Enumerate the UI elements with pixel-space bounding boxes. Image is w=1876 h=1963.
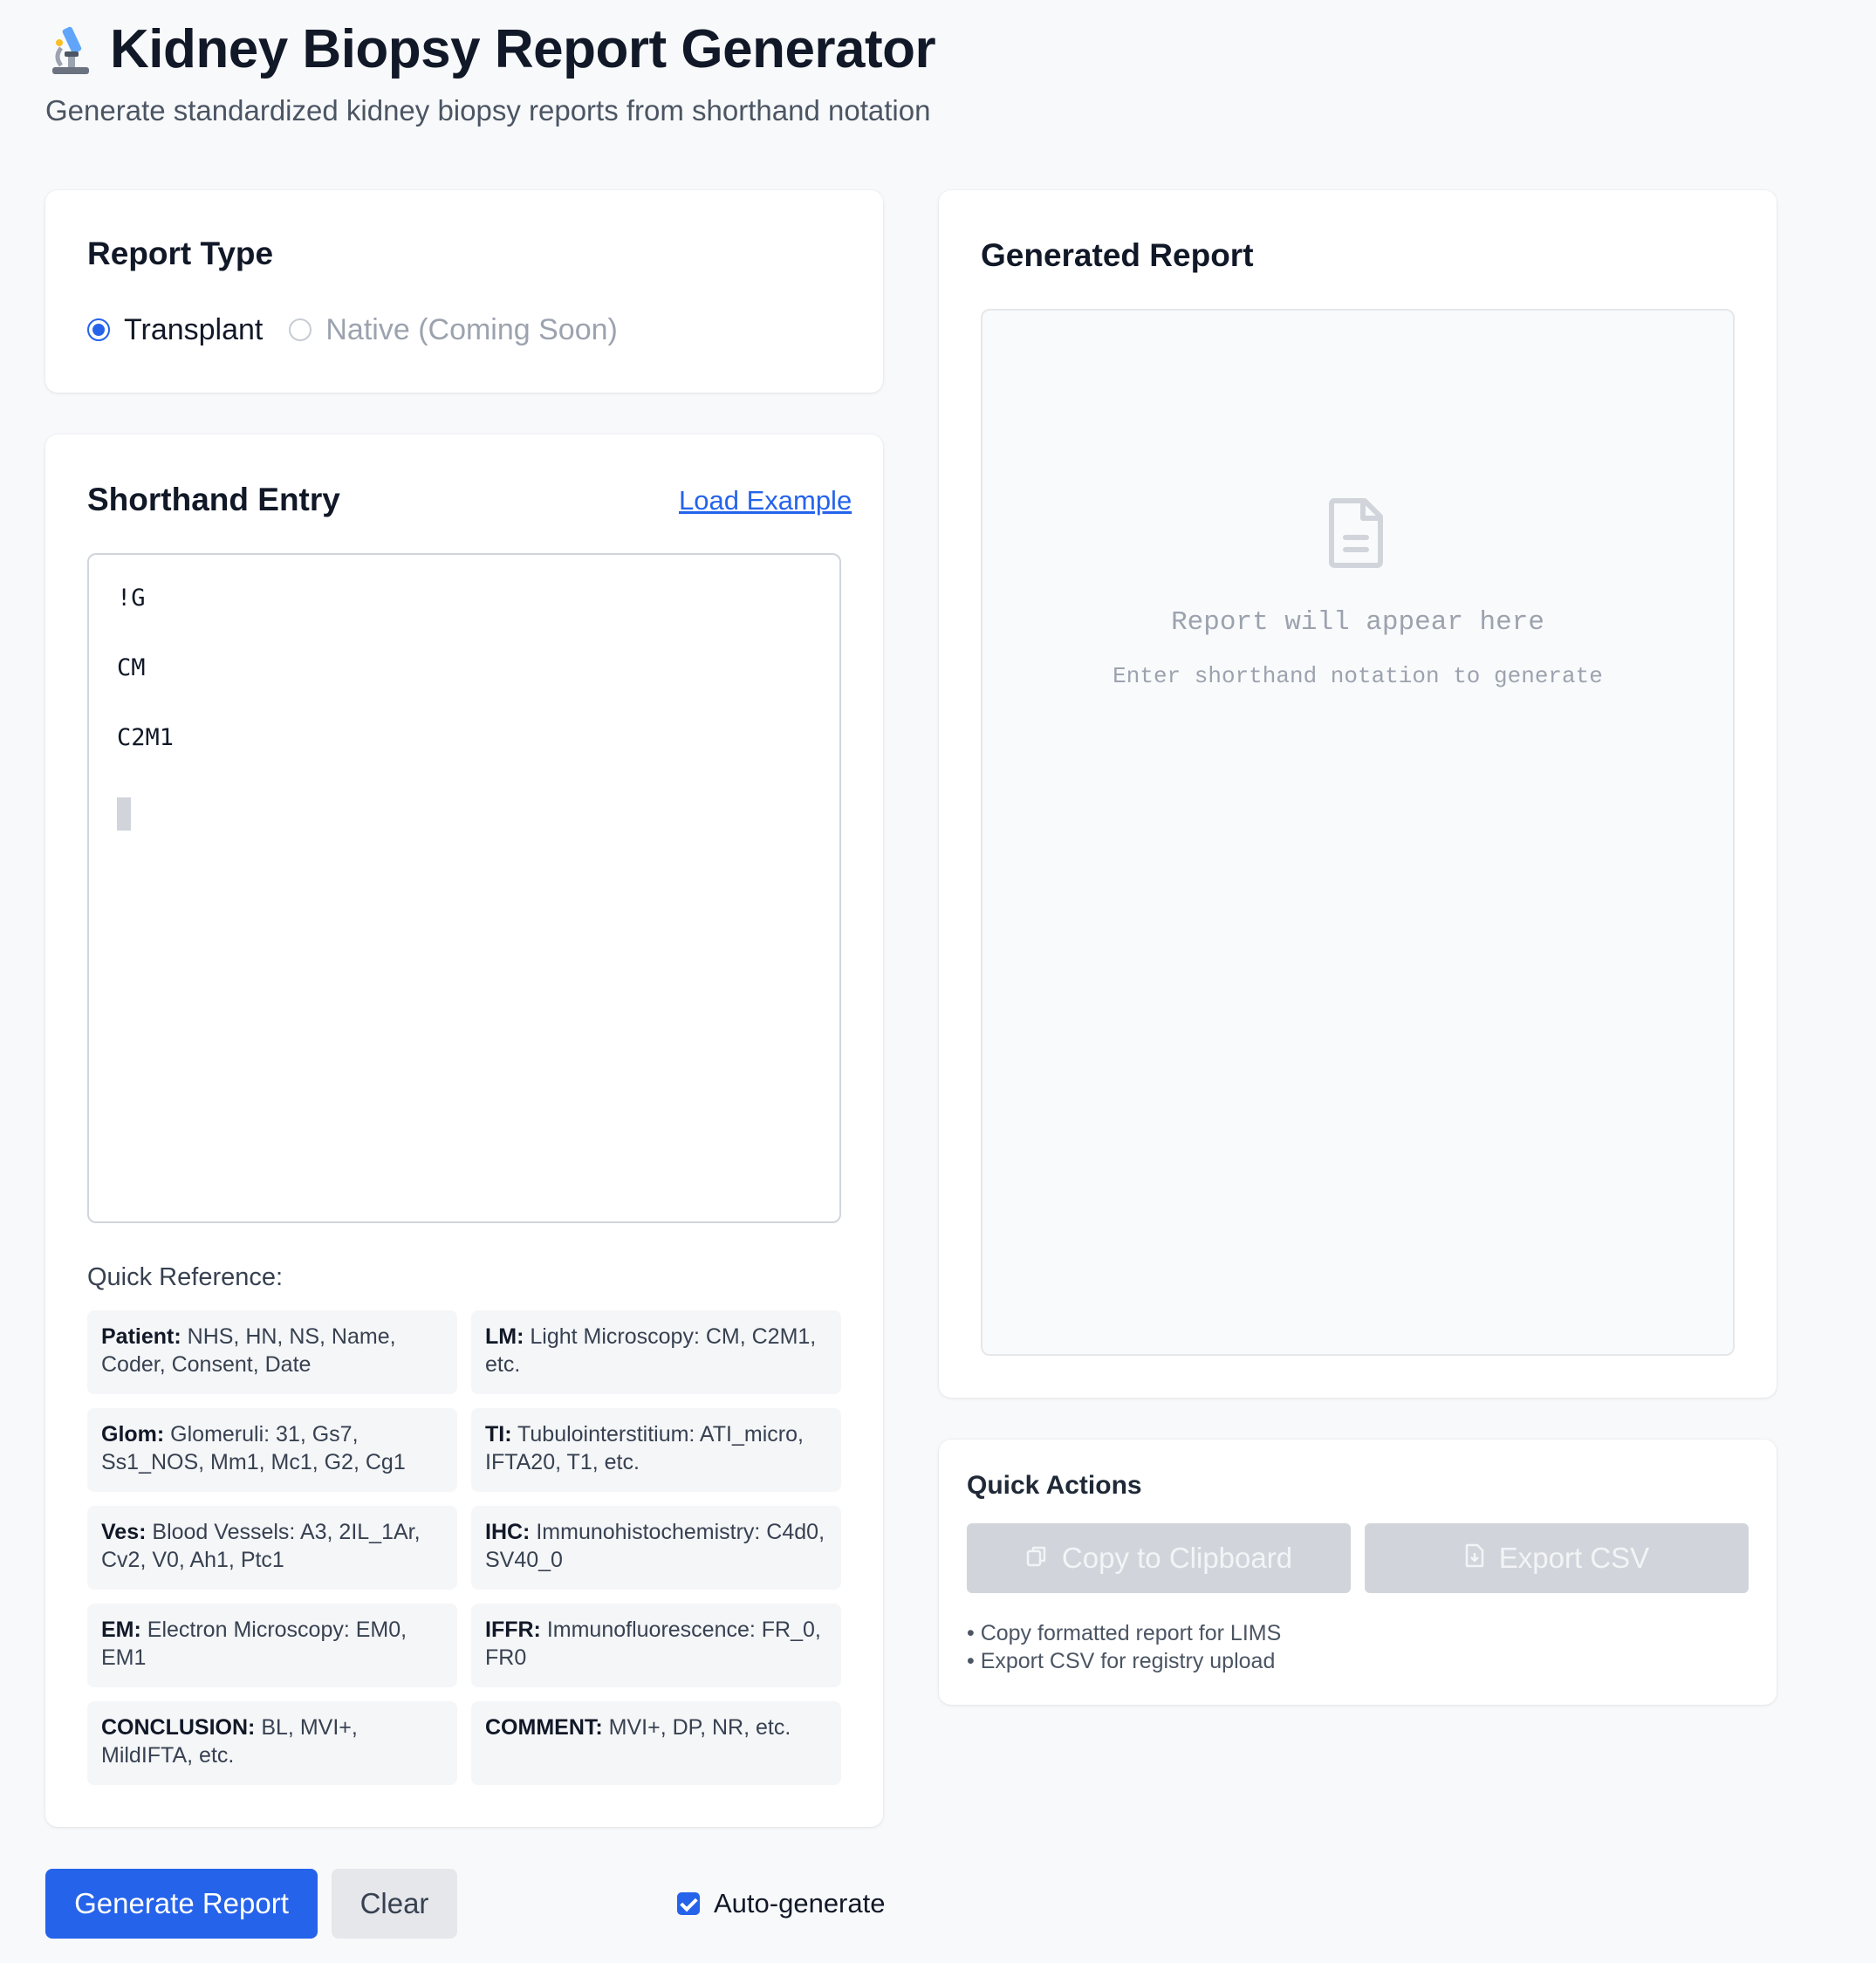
report-empty-hint: Enter shorthand notation to generate [1113,663,1603,689]
report-type-title: Report Type [87,236,274,271]
quick-actions-notes: • Copy formatted report for LIMS • Expor… [967,1619,1281,1675]
quick-reference-text: MVI+, DP, NR, etc. [608,1715,791,1740]
copy-icon [1025,1542,1062,1575]
generate-report-button[interactable]: Generate Report [45,1869,318,1939]
quick-reference-key: IFFR: [485,1618,541,1642]
shorthand-line: !G [117,585,146,612]
auto-generate-toggle[interactable]: Auto-generate [677,1884,885,1923]
quick-reference-key: EM: [101,1618,141,1642]
report-empty-title: Report will appear here [1171,607,1544,638]
quick-actions-title: Quick Actions [967,1471,1142,1500]
shorthand-line: CM [117,654,146,681]
auto-generate-checkbox[interactable] [677,1892,700,1915]
quick-reference-item: IFFR: Immunofluorescence: FR_0, FR0 [471,1604,841,1687]
quick-reference-label: Quick Reference: [87,1263,284,1291]
quick-reference-item: Glom: Glomeruli: 31, Gs7, Ss1_NOS, Mm1, … [87,1408,457,1492]
quick-reference-item: Ves: Blood Vessels: A3, 2IL_1Ar, Cv2, V0… [87,1506,457,1590]
quick-reference-text: Tubulointerstitium: ATI_micro, IFTA20, T… [485,1422,804,1474]
clear-button[interactable]: Clear [332,1869,457,1939]
quick-actions-note: • Export CSV for registry upload [967,1649,1276,1673]
quick-reference-key: CONCLUSION: [101,1715,256,1740]
radio-native-label: Native (Coming Soon) [325,312,618,346]
document-icon [1326,497,1386,569]
export-csv-button[interactable]: Export CSV [1365,1523,1749,1593]
quick-reference-text: Blood Vessels: A3, 2IL_1Ar, Cv2, V0, Ah1… [101,1520,421,1572]
quick-reference-text: Light Microscopy: CM, C2M1, etc. [485,1324,817,1377]
microscope-icon [45,22,96,76]
quick-reference-item: LM: Light Microscopy: CM, C2M1, etc. [471,1310,841,1394]
page-title: Kidney Biopsy Report Generator [110,18,936,79]
shorthand-textarea[interactable]: !G CM C2M1 [87,553,841,1223]
report-output-area [981,309,1735,1356]
quick-reference-key: COMMENT: [485,1715,603,1740]
file-export-icon [1464,1542,1499,1575]
quick-reference-text: Electron Microscopy: EM0, EM1 [101,1618,407,1670]
page-header: Kidney Biopsy Report Generator [45,16,936,82]
quick-reference-item: COMMENT: MVI+, DP, NR, etc. [471,1701,841,1785]
generated-report-title: Generated Report [981,237,1254,273]
report-type-card [45,190,883,393]
copy-to-clipboard-label: Copy to Clipboard [1061,1542,1293,1574]
quick-reference-key: Ves: [101,1520,147,1544]
text-cursor [117,797,131,831]
quick-reference-key: LM: [485,1324,524,1349]
quick-reference-key: IHC: [485,1520,531,1544]
quick-reference-text: Immunohistochemistry: C4d0, SV40_0 [485,1520,825,1572]
page-subtitle: Generate standardized kidney biopsy repo… [45,94,931,127]
quick-reference-item: Patient: NHS, HN, NS, Name, Coder, Conse… [87,1310,457,1394]
load-example-link[interactable]: Load Example [679,485,852,516]
quick-reference-key: TI: [485,1422,512,1447]
export-csv-label: Export CSV [1498,1542,1650,1574]
radio-transplant-label[interactable]: Transplant [124,313,263,347]
copy-to-clipboard-button[interactable]: Copy to Clipboard [967,1523,1351,1593]
quick-reference-key: Glom: [101,1422,165,1447]
quick-reference-item: TI: Tubulointerstitium: ATI_micro, IFTA2… [471,1408,841,1492]
shorthand-entry-title: Shorthand Entry [87,482,340,517]
report-type-options: Transplant Native (Coming Soon) [87,311,644,349]
title-row: Kidney Biopsy Report Generator [45,16,936,82]
quick-reference-item: EM: Electron Microscopy: EM0, EM1 [87,1604,457,1687]
auto-generate-label[interactable]: Auto-generate [714,1888,885,1919]
radio-native [289,318,312,341]
quick-reference-item: CONCLUSION: BL, MVI+, MildIFTA, etc. [87,1701,457,1785]
shorthand-line: C2M1 [117,724,175,751]
radio-transplant[interactable] [87,318,110,341]
quick-actions-note: • Copy formatted report for LIMS [967,1621,1282,1645]
quick-reference-key: Patient: [101,1324,181,1349]
quick-reference-item: IHC: Immunohistochemistry: C4d0, SV40_0 [471,1506,841,1590]
